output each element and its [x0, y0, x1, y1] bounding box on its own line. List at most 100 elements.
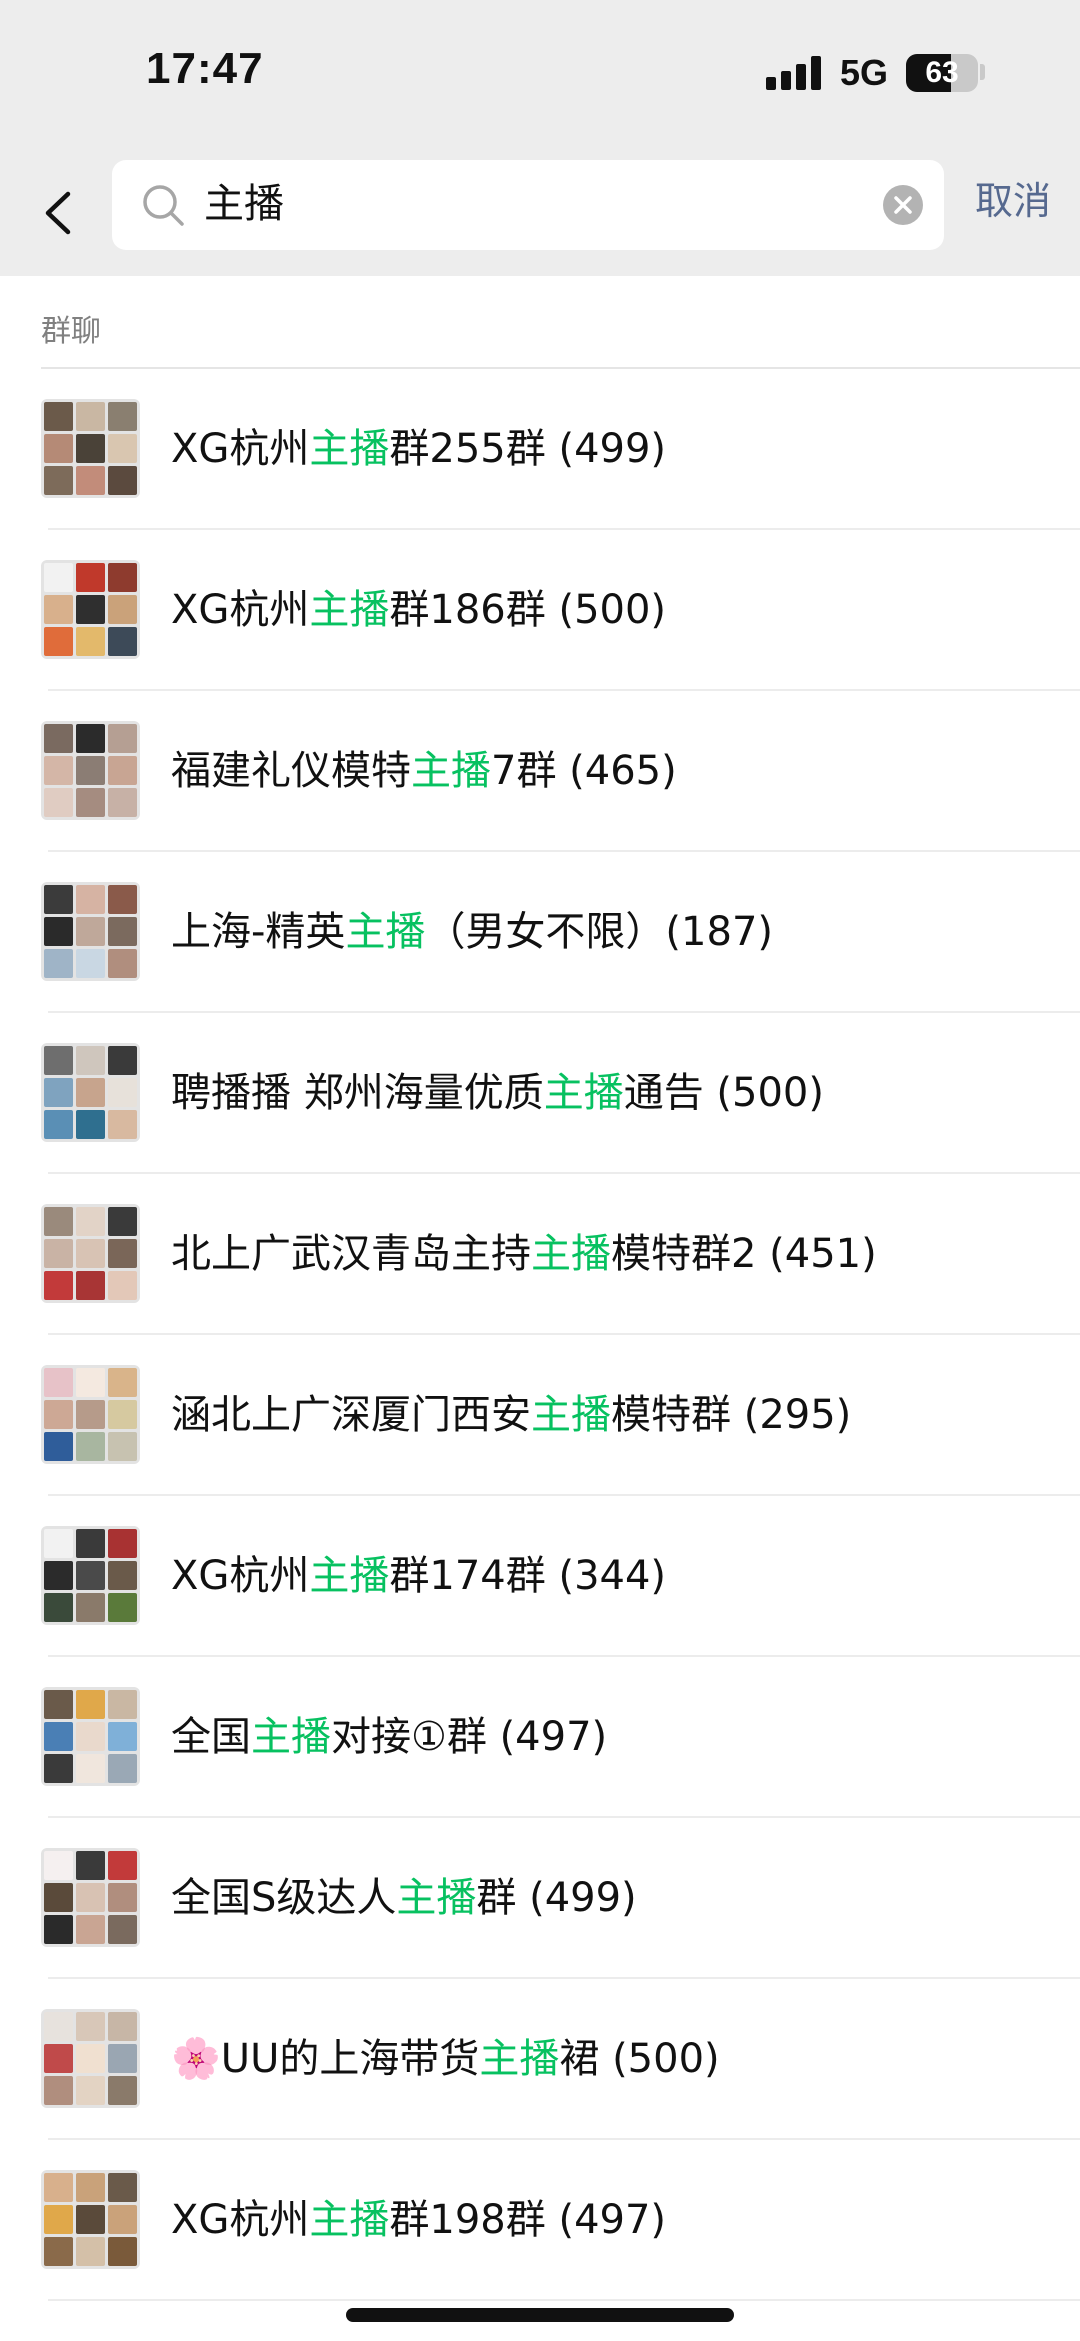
avatar-tile: [76, 1593, 105, 1622]
avatar-tile: [44, 627, 73, 656]
group-avatar: [41, 1848, 140, 1947]
group-name: 涵北上广深厦门西安主播模特群 (295): [171, 1387, 851, 1443]
group-chat-result[interactable]: 福建礼仪模特主播7群 (465): [0, 691, 1080, 852]
avatar-tile: [44, 466, 73, 495]
avatar-tile: [76, 2173, 105, 2202]
group-chat-result[interactable]: 聘播播 郑州海量优质主播通告 (500): [0, 1013, 1080, 1174]
group-name-match: 主播: [251, 1714, 331, 1760]
group-name-suffix: 通告 (500): [623, 1070, 824, 1116]
avatar-tile: [108, 1207, 137, 1236]
avatar-tile: [76, 434, 105, 463]
group-avatar: [41, 721, 140, 820]
avatar-tile: [108, 1432, 137, 1461]
avatar-tile: [44, 1754, 73, 1783]
network-type: 5G: [840, 52, 889, 93]
cancel-button[interactable]: 取消: [975, 176, 1051, 226]
group-name-match: 主播: [345, 909, 426, 955]
group-name-prefix: XG杭州: [171, 2197, 310, 2243]
group-name-suffix: （男女不限）(187): [425, 909, 773, 955]
status-bar: 17:47 5G 63: [0, 0, 1080, 150]
group-name-match: 主播: [543, 1070, 624, 1116]
search-field[interactable]: 主播: [112, 160, 944, 250]
group-chat-result[interactable]: 涵北上广深厦门西安主播模特群 (295): [0, 1335, 1080, 1496]
group-avatar: [41, 2170, 140, 2269]
avatar-tile: [44, 1432, 73, 1461]
group-chat-result[interactable]: 北上广武汉青岛主持主播模特群2 (451): [0, 1174, 1080, 1335]
group-name: 全国主播对接①群 (497): [171, 1709, 607, 1765]
avatar-tile: [44, 1271, 73, 1300]
group-name: 上海-精英主播（男女不限）(187): [171, 904, 773, 960]
avatar-tile: [108, 724, 137, 753]
avatar-tile: [108, 1851, 137, 1880]
avatar-tile: [76, 885, 105, 914]
avatar-tile: [76, 1046, 105, 1075]
group-name-match: 主播: [396, 1875, 477, 1921]
group-chat-result[interactable]: 全国主播对接①群 (497): [0, 1657, 1080, 1818]
avatar-tile: [108, 2044, 137, 2073]
avatar-tile: [108, 1593, 137, 1622]
avatar-tile: [44, 2044, 73, 2073]
avatar-tile: [108, 2012, 137, 2041]
avatar-tile: [44, 563, 73, 592]
chevron-left-icon: [45, 191, 71, 235]
group-name-prefix: 涵北上广深厦门西安: [171, 1392, 531, 1438]
avatar-tile: [76, 595, 105, 624]
avatar-tile: [76, 2044, 105, 2073]
avatar-tile: [76, 1915, 105, 1944]
group-avatar: [41, 399, 140, 498]
avatar-tile: [76, 1110, 105, 1139]
avatar-tile: [108, 1078, 137, 1107]
group-avatar: [41, 1204, 140, 1303]
group-name-match: 主播: [309, 1553, 390, 1599]
avatar-tile: [108, 2205, 137, 2234]
avatar-tile: [44, 1690, 73, 1719]
home-indicator: [346, 2308, 734, 2322]
group-name-prefix: 福建礼仪模特: [171, 748, 411, 794]
group-name: XG杭州主播群255群 (499): [171, 421, 666, 477]
group-chat-result[interactable]: 上海-精英主播（男女不限）(187): [0, 852, 1080, 1013]
group-chat-result[interactable]: XG杭州主播群255群 (499): [0, 369, 1080, 530]
avatar-tile: [108, 756, 137, 785]
avatar-tile: [108, 1110, 137, 1139]
avatar-tile: [44, 2173, 73, 2202]
search-results-list: XG杭州主播群255群 (499) XG杭州主播群186群 (500) 福建礼仪模特…: [0, 369, 1080, 2301]
avatar-tile: [44, 724, 73, 753]
avatar-tile: [76, 2237, 105, 2266]
avatar-tile: [76, 466, 105, 495]
group-chat-result[interactable]: XG杭州主播群174群 (344): [0, 1496, 1080, 1657]
group-chat-result[interactable]: XG杭州主播群186群 (500): [0, 530, 1080, 691]
avatar-tile: [76, 563, 105, 592]
group-name-prefix: XG杭州: [171, 1553, 310, 1599]
back-button[interactable]: [36, 182, 86, 244]
avatar-tile: [76, 1239, 105, 1268]
avatar-tile: [108, 1529, 137, 1558]
group-avatar: [41, 1526, 140, 1625]
avatar-tile: [108, 627, 137, 656]
battery-cap: [980, 64, 985, 80]
avatar-tile: [44, 2205, 73, 2234]
group-chat-result[interactable]: 🌸UU的上海带货主播裙 (500): [0, 1979, 1080, 2140]
search-input[interactable]: 主播: [204, 178, 284, 230]
avatar-tile: [44, 1722, 73, 1751]
avatar-tile: [108, 949, 137, 978]
avatar-tile: [76, 1432, 105, 1461]
group-avatar: [41, 2009, 140, 2108]
cellular-signal-icon: [766, 56, 822, 90]
group-name-match: 主播: [479, 2036, 560, 2082]
clear-icon[interactable]: [882, 184, 924, 226]
avatar-tile: [76, 2012, 105, 2041]
avatar-tile: [76, 2205, 105, 2234]
group-name-match: 主播: [531, 1231, 611, 1277]
group-chat-result[interactable]: XG杭州主播群198群 (497): [0, 2140, 1080, 2301]
group-name-suffix: 群198群 (497): [389, 2197, 667, 2243]
avatar-tile: [44, 1883, 73, 1912]
group-chat-result[interactable]: 全国S级达人主播群 (499): [0, 1818, 1080, 1979]
avatar-tile: [44, 1529, 73, 1558]
avatar-tile: [108, 402, 137, 431]
search-icon: [143, 185, 184, 226]
group-avatar: [41, 1687, 140, 1786]
avatar-tile: [76, 1883, 105, 1912]
avatar-tile: [108, 1046, 137, 1075]
avatar-tile: [44, 434, 73, 463]
group-name: 全国S级达人主播群 (499): [171, 1870, 637, 1926]
